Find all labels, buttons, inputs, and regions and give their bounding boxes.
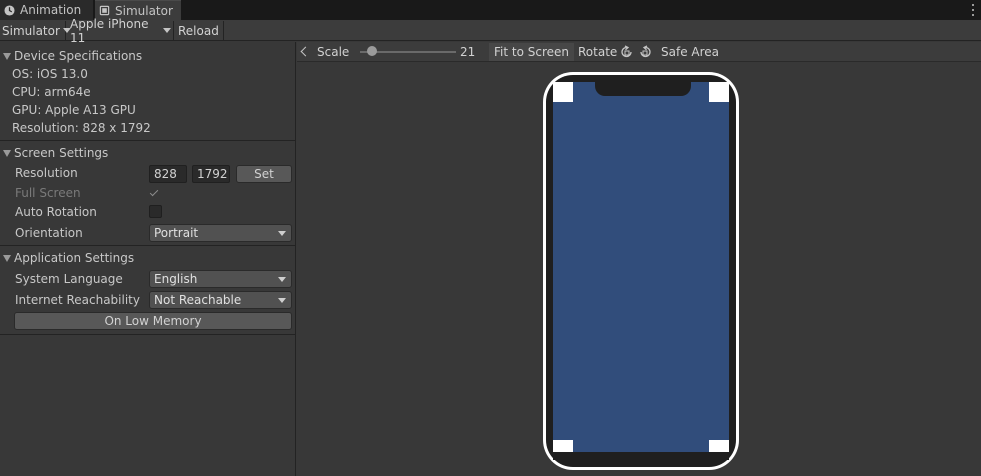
- rotate-left-icon[interactable]: [620, 45, 634, 59]
- gpu-info: GPU: Apple A13 GPU: [12, 103, 136, 117]
- screen-settings-foldout[interactable]: Screen Settings: [0, 144, 296, 162]
- resolution-label: Resolution: [15, 166, 78, 180]
- rotate-right-icon[interactable]: [638, 45, 652, 59]
- tab-animation-label: Animation: [20, 3, 82, 17]
- divider: [0, 334, 296, 335]
- settings-panel: Device Specifications OS: iOS 13.0 CPU: …: [0, 42, 296, 476]
- system-language-dropdown[interactable]: English: [149, 270, 292, 288]
- mode-dropdown[interactable]: Simulator: [0, 21, 71, 40]
- scale-label: Scale: [317, 45, 350, 59]
- device-frame: [543, 72, 739, 470]
- chevron-down-icon: [278, 231, 286, 236]
- safe-area-corner: [553, 82, 573, 102]
- scale-slider-handle[interactable]: [367, 46, 377, 56]
- mode-dropdown-label: Simulator: [2, 23, 60, 38]
- chevron-down-icon: [163, 28, 171, 33]
- chevron-down-icon: [278, 298, 286, 303]
- chevron-down-icon: [278, 277, 286, 282]
- resolution-width-field[interactable]: 828: [149, 165, 187, 183]
- device-specifications-foldout[interactable]: Device Specifications: [0, 47, 296, 65]
- view-toolbar: Scale 21 Fit to Screen Rotate Safe Area: [297, 42, 981, 62]
- simulator-device-icon: [99, 5, 110, 16]
- safe-area-toggle[interactable]: Safe Area: [656, 43, 724, 61]
- cpu-info: CPU: arm64e: [12, 85, 91, 99]
- home-indicator-area: [553, 452, 729, 460]
- orientation-dropdown[interactable]: Portrait: [149, 224, 292, 242]
- divider: [0, 245, 296, 246]
- safe-area-corner: [709, 82, 729, 102]
- auto-rotation-checkbox[interactable]: [149, 205, 162, 218]
- internet-reachability-dropdown[interactable]: Not Reachable: [149, 291, 292, 309]
- device-bezel: [546, 75, 736, 467]
- device-notch: [595, 82, 691, 96]
- device-dropdown-label: Apple iPhone 11: [70, 16, 149, 45]
- application-settings-foldout[interactable]: Application Settings: [0, 249, 296, 267]
- section-title: Device Specifications: [14, 49, 143, 63]
- resolution-height-field[interactable]: 1792: [192, 165, 230, 183]
- fit-to-screen-toggle[interactable]: Fit to Screen: [489, 43, 574, 61]
- full-screen-checkbox[interactable]: [149, 187, 162, 200]
- animation-clock-icon: [4, 4, 15, 16]
- device-screen[interactable]: [553, 82, 729, 460]
- checkmark-icon: [149, 187, 159, 197]
- foldout-triangle-icon: [3, 52, 11, 60]
- scale-value: 21: [460, 45, 476, 59]
- system-language-value: English: [154, 272, 198, 286]
- internet-reachability-value: Not Reachable: [154, 293, 242, 307]
- set-resolution-button[interactable]: Set: [236, 165, 292, 183]
- divider: [0, 140, 296, 141]
- internet-reachability-label: Internet Reachability: [15, 293, 140, 307]
- section-title: Application Settings: [14, 251, 135, 265]
- rotate-label: Rotate: [578, 45, 618, 59]
- auto-rotation-label: Auto Rotation: [15, 205, 97, 219]
- foldout-triangle-icon: [3, 254, 11, 262]
- orientation-label: Orientation: [15, 226, 83, 240]
- simulator-toolbar: Simulator Apple iPhone 11 Reload: [0, 17, 981, 45]
- resolution-info: Resolution: 828 x 1792: [12, 121, 151, 135]
- reload-button[interactable]: Reload: [176, 21, 224, 40]
- os-info: OS: iOS 13.0: [12, 67, 88, 81]
- foldout-triangle-icon: [3, 149, 11, 157]
- more-options-icon[interactable]: [969, 3, 977, 17]
- reload-button-label: Reload: [178, 23, 219, 38]
- section-title: Screen Settings: [14, 146, 109, 160]
- collapse-panel-icon[interactable]: [300, 46, 311, 57]
- device-dropdown[interactable]: Apple iPhone 11: [68, 17, 174, 45]
- on-low-memory-button[interactable]: On Low Memory: [14, 312, 292, 330]
- tab-simulator-label: Simulator: [115, 3, 173, 18]
- system-language-label: System Language: [15, 272, 123, 286]
- device-view: Scale 21 Fit to Screen Rotate Safe Area: [297, 42, 981, 476]
- orientation-value: Portrait: [154, 226, 199, 240]
- full-screen-label: Full Screen: [15, 186, 81, 200]
